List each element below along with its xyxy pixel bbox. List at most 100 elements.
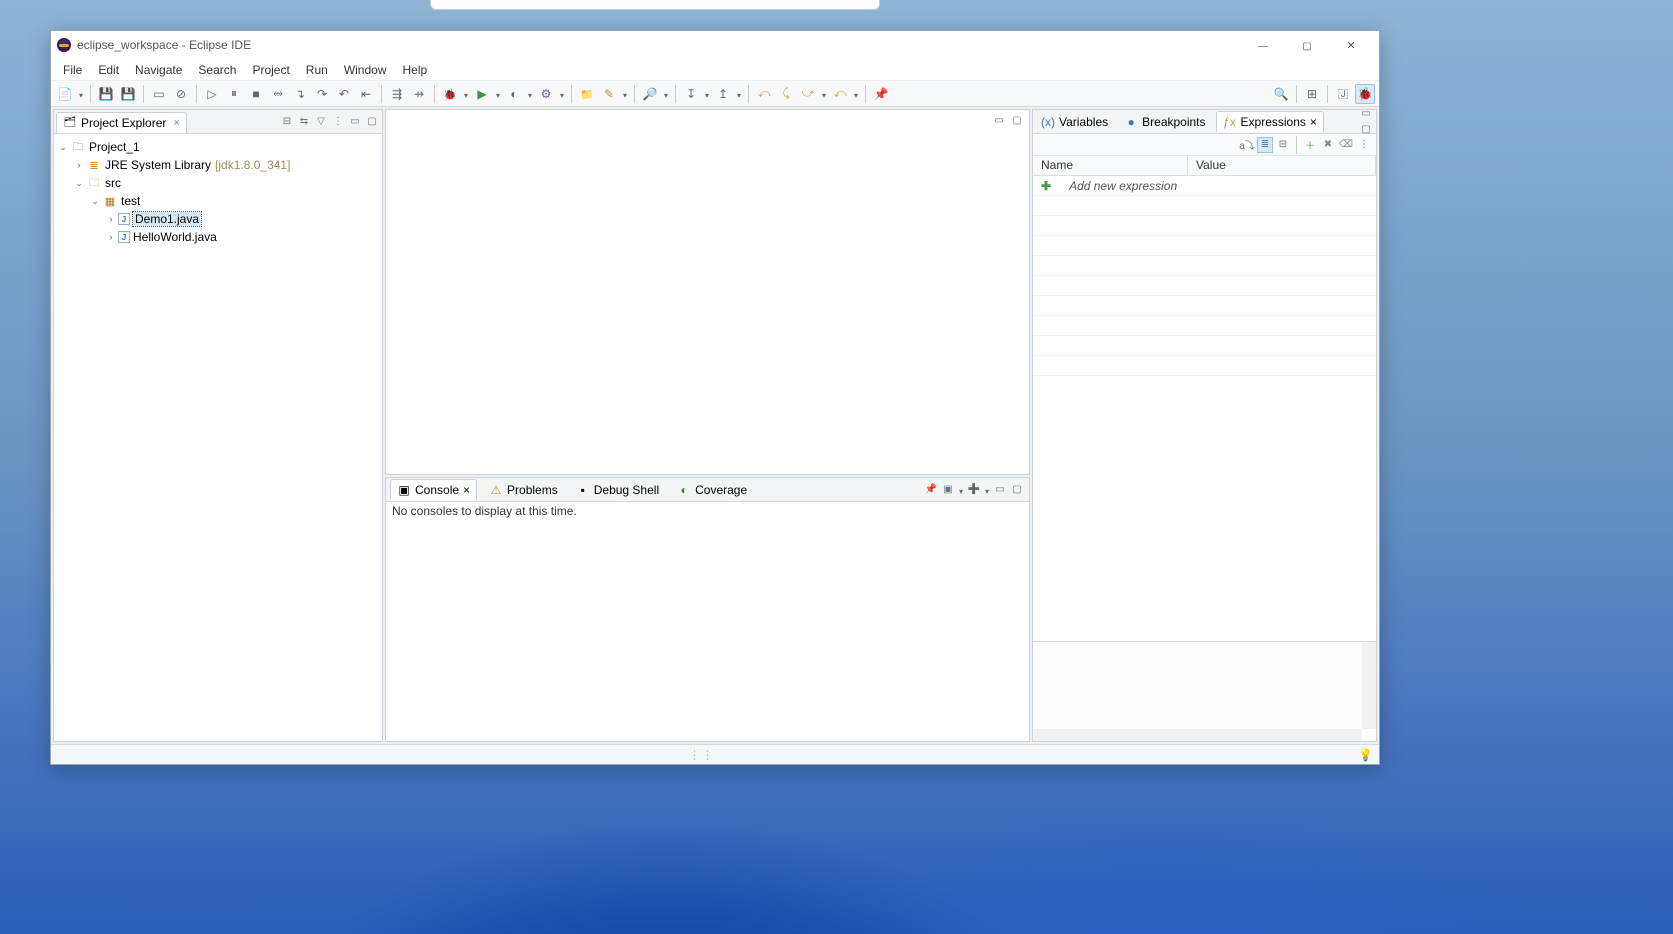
close-button[interactable] bbox=[1329, 31, 1373, 59]
forward-2-button[interactable]: ⤺ bbox=[830, 84, 850, 104]
minimize-right-button[interactable]: ▭ bbox=[1358, 106, 1374, 122]
terminate-button[interactable]: ■ bbox=[246, 84, 266, 104]
close-tab-icon[interactable]: × bbox=[463, 483, 470, 497]
pin-editor-button[interactable]: 📌 bbox=[871, 84, 891, 104]
next-annotation-dropdown[interactable] bbox=[703, 87, 711, 101]
expressions-menu-button[interactable]: ⋮ bbox=[1356, 137, 1372, 153]
twisty-closed-icon[interactable]: › bbox=[72, 160, 86, 170]
tab-problems[interactable]: ⚠ Problems bbox=[483, 480, 564, 500]
debug-button[interactable] bbox=[440, 84, 460, 104]
tab-expressions[interactable]: ƒx Expressions × bbox=[1216, 111, 1324, 132]
collapse-all-expr-button[interactable]: ⊟ bbox=[1275, 137, 1291, 153]
tab-coverage[interactable]: ◐ Coverage bbox=[671, 480, 753, 500]
add-expression-button[interactable]: ＋ bbox=[1302, 137, 1318, 153]
resume-button[interactable]: ▷ bbox=[202, 84, 222, 104]
tree-project-node[interactable]: ⌄ 🗀 Project_1 bbox=[54, 138, 382, 156]
disconnect-button[interactable]: ⥈ bbox=[268, 84, 288, 104]
horizontal-scrollbar[interactable] bbox=[1033, 729, 1362, 741]
menu-help[interactable]: Help bbox=[395, 61, 436, 79]
suspend-button[interactable]: ⏸ bbox=[224, 84, 244, 104]
twisty-open-icon[interactable]: ⌄ bbox=[88, 196, 102, 207]
minimize-editor-button[interactable]: ▭ bbox=[991, 112, 1007, 128]
twisty-open-icon[interactable]: ⌄ bbox=[72, 178, 86, 189]
run-button[interactable] bbox=[472, 84, 492, 104]
toggle-breadcrumb-button[interactable]: ▭ bbox=[149, 84, 169, 104]
twisty-open-icon[interactable]: ⌄ bbox=[56, 142, 70, 153]
step-over-button[interactable]: ↷ bbox=[312, 84, 332, 104]
add-new-expression-row[interactable]: ✚ Add new expression bbox=[1033, 176, 1376, 196]
access-search-button[interactable] bbox=[1271, 84, 1291, 104]
new-dropdown[interactable] bbox=[77, 87, 85, 101]
display-console-dropdown[interactable] bbox=[957, 482, 965, 498]
new-java-package-button[interactable] bbox=[577, 84, 597, 104]
tree-file-helloworld[interactable]: › J HelloWorld.java bbox=[54, 228, 382, 246]
close-tab-icon[interactable]: × bbox=[1310, 115, 1317, 129]
drop-to-frame-button[interactable]: ⇤ bbox=[356, 84, 376, 104]
prev-annotation-button[interactable]: ↥ bbox=[713, 84, 733, 104]
skip-breakpoints-button[interactable]: ⊘ bbox=[171, 84, 191, 104]
expressions-table[interactable]: Name Value ✚ Add new expression bbox=[1033, 156, 1376, 641]
maximize-bottom-button[interactable]: ▢ bbox=[1009, 482, 1025, 498]
step-filters-2-button[interactable]: ⇸ bbox=[409, 84, 429, 104]
collapse-all-button[interactable]: ⊟ bbox=[279, 114, 295, 130]
title-bar[interactable]: eclipse_workspace - Eclipse IDE bbox=[51, 31, 1379, 59]
console-body[interactable]: No consoles to display at this time. bbox=[386, 502, 1029, 741]
filter-button[interactable]: ▽ bbox=[313, 114, 329, 130]
step-return-button[interactable]: ↶ bbox=[334, 84, 354, 104]
vertical-scrollbar[interactable] bbox=[1362, 642, 1376, 729]
tree-src-node[interactable]: ⌄ 🗀 src bbox=[54, 174, 382, 192]
debug-perspective-button[interactable]: 🐞 bbox=[1355, 84, 1375, 104]
prev-annotation-dropdown[interactable] bbox=[735, 87, 743, 101]
tree-file-demo1[interactable]: › J Demo1.java bbox=[54, 210, 382, 228]
menu-run[interactable]: Run bbox=[298, 61, 336, 79]
tree-jre-node[interactable]: › ≣ JRE System Library [jdk1.8.0_341] bbox=[54, 156, 382, 174]
search-dropdown[interactable] bbox=[662, 87, 670, 101]
debug-dropdown[interactable] bbox=[462, 87, 470, 101]
status-drag-handle[interactable]: ⋮⋮ bbox=[689, 748, 715, 762]
java-perspective-button[interactable]: 🇯 bbox=[1333, 84, 1353, 104]
new-button[interactable]: 📄 bbox=[55, 84, 75, 104]
external-tools-dropdown[interactable] bbox=[558, 87, 566, 101]
menu-search[interactable]: Search bbox=[190, 61, 244, 79]
menu-file[interactable]: File bbox=[55, 61, 90, 79]
show-type-names-button[interactable]: a⤵ bbox=[1239, 137, 1255, 153]
run-dropdown[interactable] bbox=[494, 87, 502, 101]
back-button[interactable]: ⤹ bbox=[776, 84, 796, 104]
use-step-filters-button[interactable]: ⇶ bbox=[387, 84, 407, 104]
menu-edit[interactable]: Edit bbox=[90, 61, 127, 79]
col-name[interactable]: Name bbox=[1033, 156, 1188, 175]
maximize-button[interactable] bbox=[1285, 31, 1329, 59]
col-value[interactable]: Value bbox=[1188, 156, 1376, 175]
twisty-closed-icon[interactable]: › bbox=[104, 214, 118, 224]
display-console-button[interactable]: ▣ bbox=[940, 482, 956, 498]
external-tools-button[interactable] bbox=[536, 84, 556, 104]
project-explorer-tab[interactable]: 🗂 Project Explorer × bbox=[56, 112, 187, 133]
remove-expression-button[interactable]: ✖ bbox=[1320, 137, 1336, 153]
twisty-closed-icon[interactable]: › bbox=[104, 232, 118, 242]
open-console-dropdown[interactable] bbox=[983, 482, 991, 498]
show-logical-button[interactable]: ≣ bbox=[1257, 137, 1273, 153]
tab-debug-shell[interactable]: ▪ Debug Shell bbox=[570, 480, 665, 500]
menu-navigate[interactable]: Navigate bbox=[127, 61, 190, 79]
editor-area[interactable]: ▭ ▢ bbox=[385, 109, 1030, 475]
view-menu-button[interactable]: ⋮ bbox=[330, 114, 346, 130]
next-annotation-button[interactable]: ↧ bbox=[681, 84, 701, 104]
link-editor-button[interactable]: ⇆ bbox=[296, 114, 312, 130]
maximize-editor-button[interactable]: ▢ bbox=[1009, 112, 1025, 128]
save-button[interactable]: 💾 bbox=[96, 84, 116, 104]
remove-all-button[interactable]: ⌫ bbox=[1338, 137, 1354, 153]
menu-window[interactable]: Window bbox=[336, 61, 395, 79]
tab-breakpoints[interactable]: ● Breakpoints bbox=[1118, 112, 1211, 132]
forward-2-dropdown[interactable] bbox=[852, 87, 860, 101]
tab-console[interactable]: ▣ Console × bbox=[390, 479, 477, 500]
open-perspective-button[interactable]: ⊞ bbox=[1302, 84, 1322, 104]
tab-variables[interactable]: (x) Variables bbox=[1035, 112, 1114, 132]
open-console-button[interactable]: ➕ bbox=[966, 482, 982, 498]
tip-bulb-icon[interactable]: 💡 bbox=[1358, 748, 1373, 762]
minimize-button[interactable] bbox=[1241, 31, 1285, 59]
project-tree[interactable]: ⌄ 🗀 Project_1 › ≣ JRE System Library [jd… bbox=[54, 134, 382, 741]
open-type-button[interactable] bbox=[599, 84, 619, 104]
expression-detail-pane[interactable] bbox=[1033, 641, 1376, 741]
coverage-button[interactable]: ◐ bbox=[504, 84, 524, 104]
pin-console-button[interactable]: 📌 bbox=[923, 482, 939, 498]
